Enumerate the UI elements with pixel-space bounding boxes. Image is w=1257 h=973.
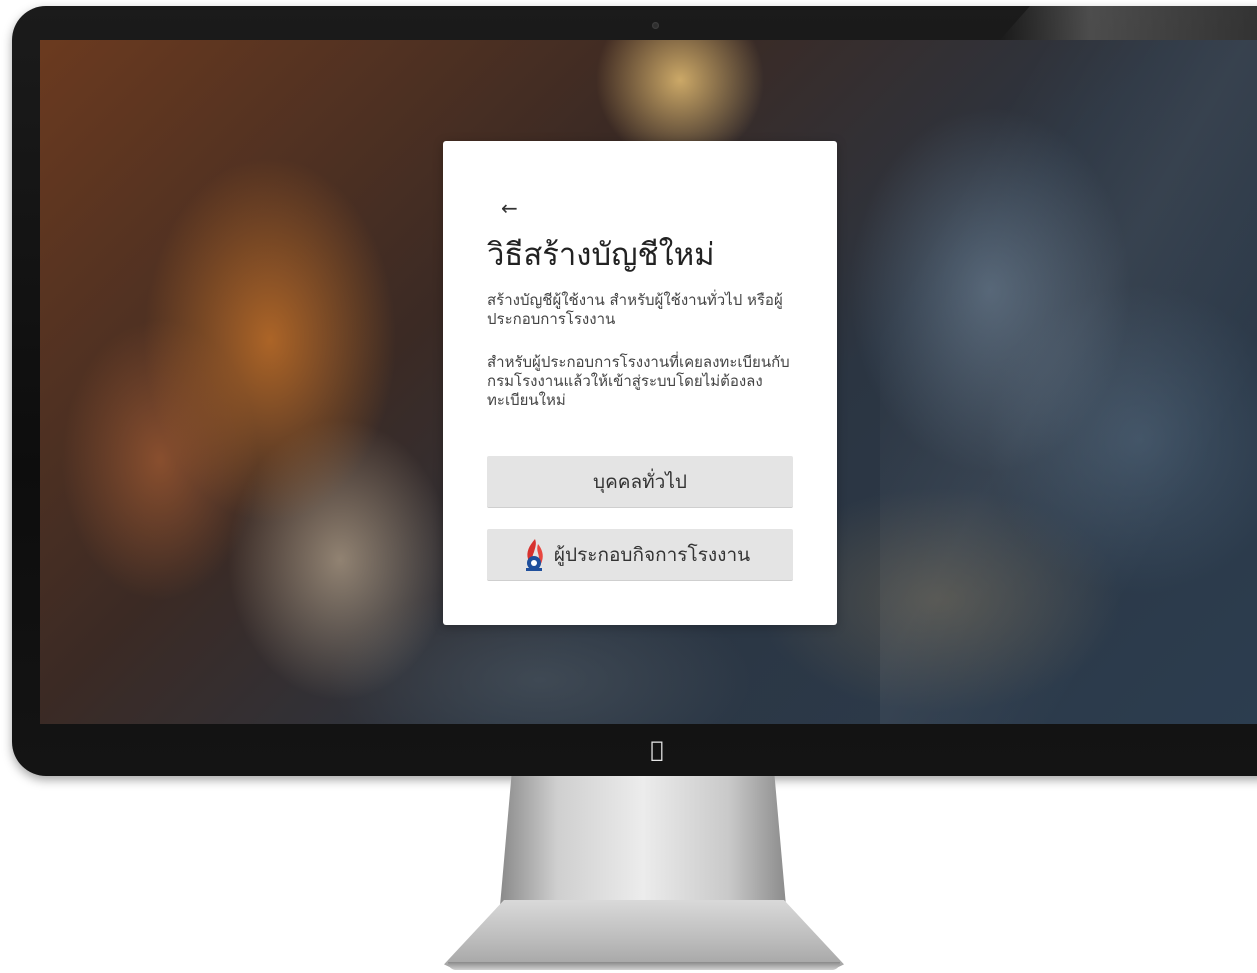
monitor-stand-base xyxy=(444,900,844,970)
dialog-description-factory: สำหรับผู้ประกอบการโรงงานที่เคยลงทะเบียนก… xyxy=(487,353,790,409)
monitor-screen: ← วิธีสร้างบัญชีใหม่ สร้างบัญชีผู้ใช้งาน… xyxy=(40,40,1257,724)
general-person-button-label: บุคคลทั่วไป xyxy=(593,470,687,493)
monitor-stand-edge xyxy=(448,962,840,970)
screen-reflection xyxy=(880,40,1257,724)
monitor-stand-neck xyxy=(500,776,786,906)
create-account-dialog: ← วิธีสร้างบัญชีใหม่ สร้างบัญชีผู้ใช้งาน… xyxy=(443,141,837,625)
factory-operator-button-label: ผู้ประกอบกิจการโรงงาน xyxy=(553,543,751,566)
dialog-description-general: สร้างบัญชีผู้ใช้งาน สำหรับผู้ใช้งานทั่วไ… xyxy=(487,291,783,328)
arrow-left-icon[interactable]: ← xyxy=(501,196,518,220)
monitor-mockup:  ← วิธีสร้างบัญชีใหม่ สร้างบัญชีผู้ใช้ง… xyxy=(0,0,1257,973)
general-person-button[interactable]: บุคคลทั่วไป xyxy=(487,456,793,508)
bezel-reflection xyxy=(1000,6,1257,40)
dialog-title: วิธีสร้างบัญชีใหม่ xyxy=(487,237,715,273)
apple-logo-icon:  xyxy=(645,739,669,763)
factory-operator-button[interactable]: ผู้ประกอบกิจการโรงงาน xyxy=(487,529,793,581)
camera-dot xyxy=(652,22,659,29)
factory-department-logo-icon xyxy=(525,538,543,571)
